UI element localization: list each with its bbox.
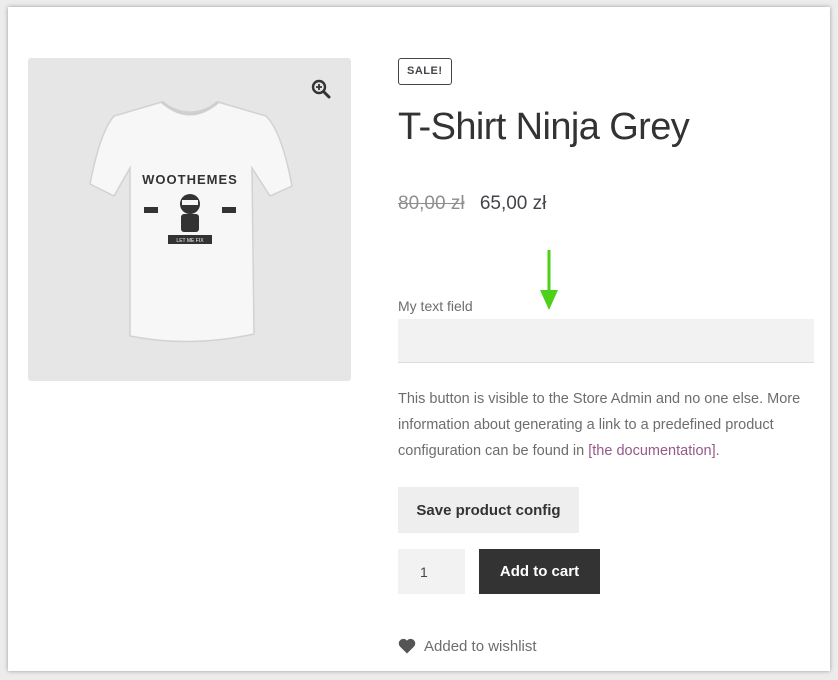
product-gallery[interactable]: WOOTHEMES LET ME FIX bbox=[28, 58, 351, 381]
shirt-print-text: WOOTHEMES bbox=[142, 172, 238, 187]
custom-text-input[interactable] bbox=[398, 319, 814, 363]
zoom-icon[interactable] bbox=[310, 78, 332, 100]
heart-icon bbox=[398, 638, 416, 654]
documentation-link[interactable]: [the documentation] bbox=[588, 443, 715, 459]
notice-end: . bbox=[715, 443, 720, 459]
admin-notice: This button is visible to the Store Admi… bbox=[398, 386, 814, 464]
product-page: WOOTHEMES LET ME FIX SALE! T-Shirt Ninja… bbox=[8, 7, 830, 671]
sale-price: 65,00 zł bbox=[479, 193, 547, 214]
wishlist-label: Added to wishlist bbox=[424, 638, 537, 655]
wishlist-status[interactable]: Added to wishlist bbox=[398, 638, 537, 655]
regular-price: 80,00 zł bbox=[398, 193, 465, 214]
product-price: 80,00 zł 65,00 zł bbox=[398, 193, 546, 215]
arrow-down-icon bbox=[540, 250, 558, 310]
quantity-input[interactable] bbox=[398, 549, 465, 594]
sale-badge: SALE! bbox=[398, 58, 452, 85]
shirt-ribbon-text: LET ME FIX bbox=[176, 238, 204, 244]
product-image: WOOTHEMES LET ME FIX bbox=[89, 100, 293, 343]
text-field-label: My text field bbox=[398, 298, 473, 314]
product-title: T-Shirt Ninja Grey bbox=[398, 106, 690, 148]
add-to-cart-button[interactable]: Add to cart bbox=[479, 549, 600, 594]
save-product-config-button[interactable]: Save product config bbox=[398, 487, 579, 533]
